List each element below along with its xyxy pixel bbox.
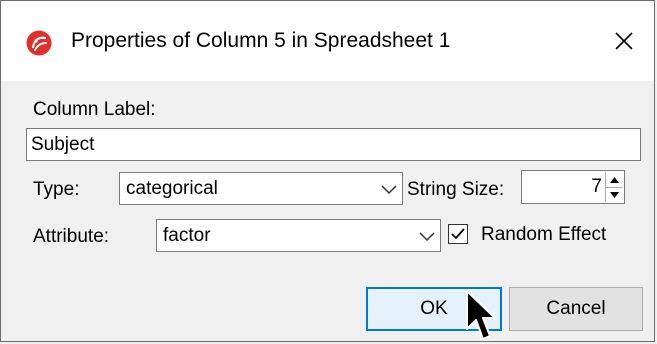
ok-button-label: OK — [420, 298, 448, 319]
properties-dialog: Properties of Column 5 in Spreadsheet 1 … — [0, 0, 655, 342]
spinner-buttons — [605, 172, 623, 202]
cancel-button[interactable]: Cancel — [509, 287, 643, 331]
triangle-up-icon — [610, 176, 619, 183]
app-logo-icon — [26, 30, 52, 56]
attribute-value: factor — [163, 224, 211, 246]
spinner-up-button[interactable] — [606, 172, 623, 188]
type-label: Type: — [33, 179, 80, 200]
triangle-down-icon — [610, 191, 619, 198]
column-label-label: Column Label: — [33, 99, 156, 120]
attribute-select[interactable]: factor — [156, 219, 441, 252]
title-bar: Properties of Column 5 in Spreadsheet 1 — [1, 1, 654, 81]
chevron-down-icon — [381, 184, 397, 194]
random-effect-label: Random Effect — [481, 224, 607, 245]
type-select[interactable]: categorical — [119, 172, 403, 205]
window-title: Properties of Column 5 in Spreadsheet 1 — [71, 29, 451, 52]
string-size-spinner[interactable]: 7 — [521, 170, 625, 204]
string-size-value: 7 — [591, 176, 602, 197]
spinner-down-button[interactable] — [606, 187, 623, 202]
chevron-down-icon — [419, 231, 435, 241]
cancel-button-label: Cancel — [546, 298, 606, 319]
type-value: categorical — [126, 177, 218, 199]
close-button[interactable] — [594, 1, 654, 81]
string-size-label: String Size: — [407, 179, 505, 200]
attribute-label: Attribute: — [33, 226, 110, 247]
mouse-pointer-icon — [466, 290, 496, 340]
column-label-input[interactable]: Subject — [26, 128, 641, 161]
column-label-value: Subject — [31, 133, 95, 155]
checkmark-icon — [451, 228, 465, 240]
close-icon — [615, 32, 633, 50]
random-effect-checkbox[interactable] — [448, 224, 468, 244]
